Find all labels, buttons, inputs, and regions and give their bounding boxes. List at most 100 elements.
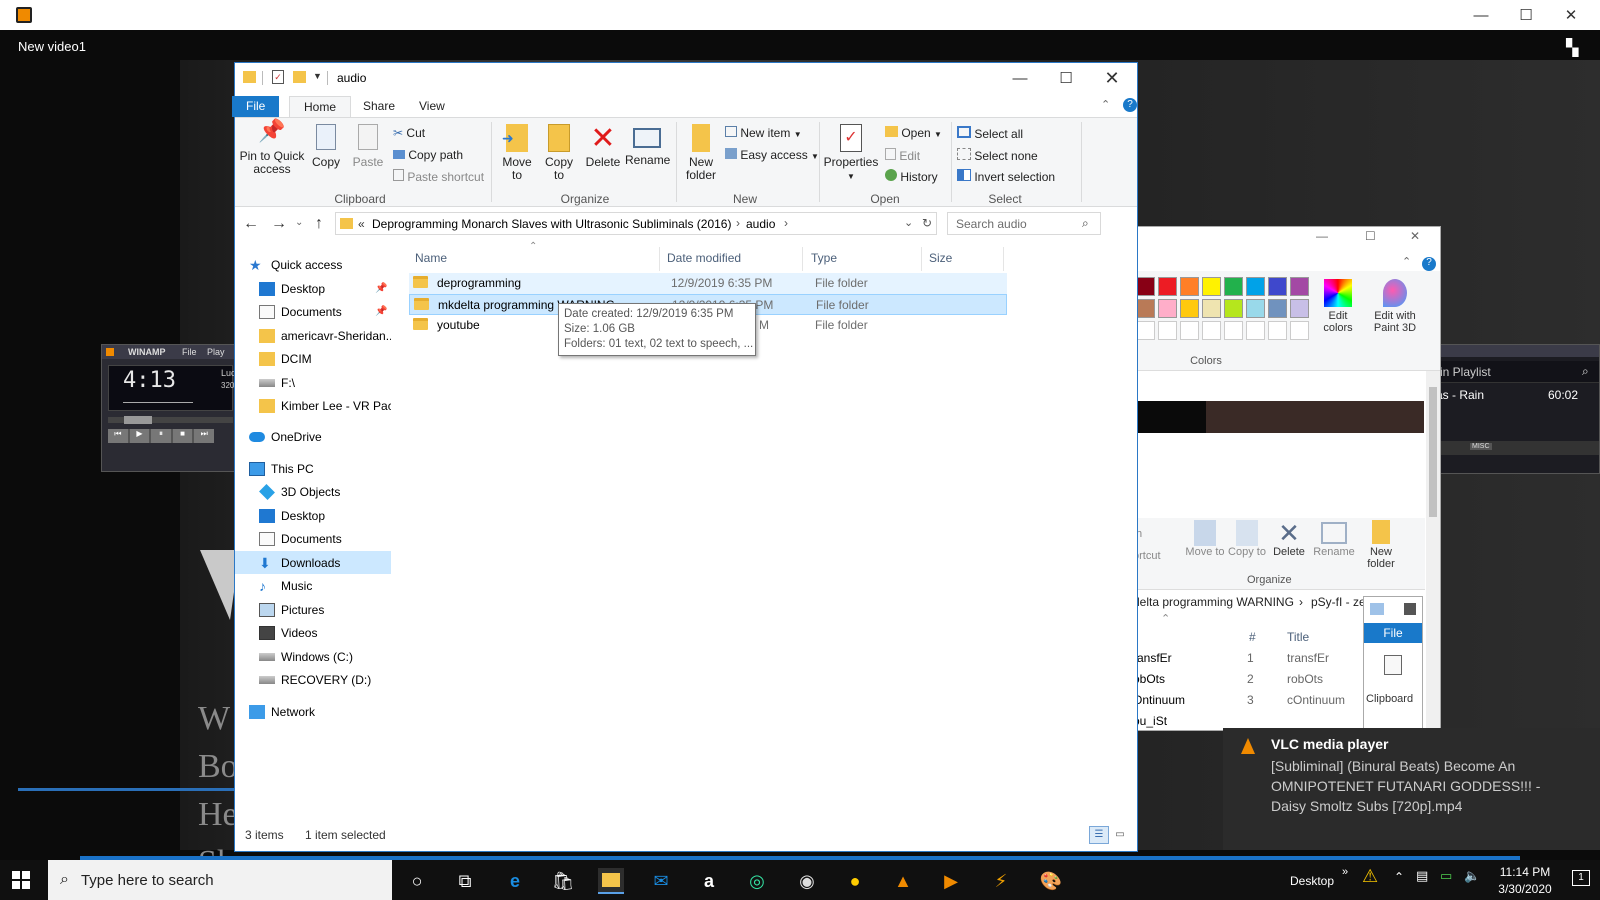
back-move-to-button[interactable]: Move to [1185, 520, 1225, 558]
paint-taskbar-icon[interactable]: 🎨 [1038, 868, 1064, 894]
palette-swatch-empty[interactable] [1158, 321, 1177, 340]
paint-close-button[interactable]: ✕ [1410, 229, 1420, 243]
palette-swatch-empty[interactable] [1136, 321, 1155, 340]
explorer-minimize-button[interactable]: — [997, 63, 1043, 93]
back-copy-to-button[interactable]: Copy to [1227, 520, 1267, 558]
playlist-misc-button[interactable]: MISC [1470, 443, 1492, 450]
back-path-1[interactable]: delta programming WARNING [1135, 595, 1294, 609]
col-name[interactable]: Name [415, 251, 447, 265]
palette-swatch[interactable] [1180, 299, 1199, 318]
volume-tray-icon[interactable]: 🔈 [1464, 868, 1480, 884]
palette-swatch-empty[interactable] [1246, 321, 1265, 340]
rename-button[interactable]: Rename [625, 124, 670, 167]
palette-swatch[interactable] [1136, 299, 1155, 318]
delete-button[interactable]: ✕ Delete [583, 124, 623, 169]
palette-swatch-empty[interactable] [1290, 321, 1309, 340]
address-field[interactable]: « Deprogramming Monarch Slaves with Ultr… [335, 212, 937, 235]
paste-shortcut-button[interactable]: Paste shortcut [393, 169, 484, 184]
palette-swatch[interactable] [1268, 299, 1287, 318]
tab-home[interactable]: Home [289, 96, 352, 117]
search-icon[interactable]: ⌕ [1082, 216, 1089, 231]
tab-file[interactable]: File [232, 96, 280, 117]
file-explorer-taskbar-icon[interactable] [598, 868, 624, 894]
pin-icon[interactable]: 📌 [375, 306, 387, 317]
palette-swatch[interactable] [1202, 299, 1221, 318]
help-icon[interactable]: ? [1123, 98, 1137, 112]
back-new-folder-button[interactable]: New folder [1361, 520, 1401, 570]
back-col-num[interactable]: # [1249, 630, 1256, 644]
clock[interactable]: 11:14 PM 3/30/2020 [1488, 864, 1562, 898]
breadcrumb-chevron-2[interactable]: › [784, 216, 788, 230]
properties-quick-icon[interactable]: ✓ [272, 70, 284, 84]
winamp-play-button[interactable]: ▶ [129, 429, 150, 443]
winamp-taskbar-icon[interactable]: ⚡ [988, 868, 1014, 894]
paint-maximize-button[interactable]: ☐ [1365, 229, 1376, 243]
palette-swatch[interactable] [1290, 299, 1309, 318]
playlist-search-icon[interactable]: ⌕ [1582, 364, 1589, 379]
action-center-icon[interactable]: 1 [1572, 870, 1590, 886]
address-dropdown-icon[interactable]: ⌄ [904, 216, 913, 229]
palette-swatch[interactable] [1290, 277, 1309, 296]
palette-swatch[interactable] [1268, 277, 1287, 296]
back-list-item[interactable]: Ontinuum 3 cOntinuum [1133, 690, 1355, 711]
breadcrumb-chevron-1[interactable]: › [736, 216, 740, 230]
tab-share[interactable]: Share [349, 96, 409, 117]
vlc-seek-bar[interactable] [18, 788, 234, 791]
mail-icon[interactable]: ✉ [648, 868, 674, 894]
show-hidden-icons[interactable]: ⌃ [1394, 870, 1404, 884]
media-app-icon[interactable]: ◉ [794, 868, 820, 894]
qat-dropdown-icon[interactable]: ▼ [313, 71, 322, 81]
cortana-icon[interactable]: ○ [404, 868, 430, 894]
palette-swatch[interactable] [1136, 277, 1155, 296]
col-type[interactable]: Type [811, 251, 837, 265]
palette-swatch[interactable] [1180, 277, 1199, 296]
toolbar-expand-icon[interactable]: » [1342, 866, 1348, 878]
mini-clipboard-label[interactable]: Clipboard [1366, 693, 1413, 705]
paint-scroll-thumb[interactable] [1429, 387, 1437, 517]
store-icon[interactable]: 🛍 [550, 868, 576, 894]
nav-item[interactable]: Windows (C:) [235, 645, 391, 668]
palette-swatch[interactable] [1202, 277, 1221, 296]
winamp-menu-play[interactable]: Play [207, 347, 225, 357]
open-button[interactable]: Open ▼ [885, 126, 942, 140]
explorer-close-button[interactable]: ✕ [1089, 63, 1135, 93]
video-app-icon[interactable]: ▶ [938, 868, 964, 894]
pin-quick-access-button[interactable]: 📌 Pin to Quick access [239, 120, 305, 176]
nav-item[interactable]: F:\ [235, 371, 391, 394]
nav-item[interactable]: Videos [235, 621, 391, 644]
breadcrumb-2[interactable]: audio [746, 217, 775, 231]
palette-swatch[interactable] [1246, 299, 1265, 318]
up-button[interactable]: ↑ [315, 215, 323, 233]
palette-swatch-empty[interactable] [1202, 321, 1221, 340]
back-list-item[interactable]: ransfEr 1 transfEr [1133, 648, 1355, 669]
color-app-icon[interactable]: ● [842, 868, 868, 894]
nav-item[interactable]: Desktop [235, 504, 391, 527]
palette-swatch[interactable] [1246, 277, 1265, 296]
new-item-button[interactable]: New item ▼ [725, 126, 802, 140]
col-date[interactable]: Date modified [667, 251, 741, 265]
vlc-toast-notification[interactable]: VLC media player [Subliminal] (Binural B… [1223, 728, 1600, 850]
refresh-icon[interactable]: ↻ [922, 216, 932, 230]
paint-scrollbar[interactable] [1426, 371, 1440, 731]
nav-item[interactable]: This PC [235, 457, 391, 480]
paint-collapse-icon[interactable]: ⌃ [1402, 255, 1411, 268]
pin-icon[interactable]: 📌 [375, 283, 387, 294]
palette-swatch[interactable] [1224, 277, 1243, 296]
move-to-button[interactable]: ➜ Move to [497, 124, 537, 182]
warning-tray-icon[interactable]: ⚠ [1362, 866, 1378, 887]
copy-path-button[interactable]: Copy path [393, 148, 463, 162]
desktop-toolbar-label[interactable]: Desktop [1290, 874, 1334, 888]
vlc-minimize-button[interactable]: — [1458, 0, 1504, 30]
paste-button[interactable]: Paste [349, 124, 387, 169]
back-button[interactable]: ← [243, 215, 259, 233]
explorer-maximize-button[interactable]: ☐ [1043, 63, 1089, 93]
tab-view[interactable]: View [405, 96, 459, 117]
edge-icon[interactable]: e [502, 868, 528, 894]
nav-item[interactable]: americavr-Sheridan... [235, 324, 391, 347]
nav-item[interactable]: ★ Quick access [235, 253, 391, 276]
nav-item[interactable]: ♪ Music [235, 574, 391, 597]
history-button[interactable]: History [885, 169, 938, 184]
back-col-title[interactable]: Title [1287, 630, 1309, 644]
details-view-button[interactable]: ☰ [1089, 826, 1109, 844]
start-button[interactable] [12, 871, 30, 889]
